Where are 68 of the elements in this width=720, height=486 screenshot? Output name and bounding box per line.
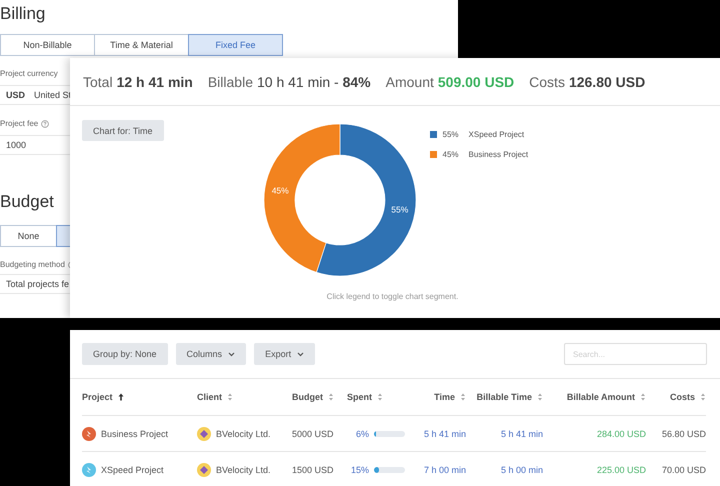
sort-icon[interactable] <box>227 393 234 401</box>
table-cell: 15% <box>350 464 369 474</box>
legend-label[interactable]: XSpeed Project <box>468 130 524 138</box>
column-header[interactable]: Client <box>197 392 222 402</box>
billing-type-option[interactable]: Fixed Fee <box>188 34 283 56</box>
client-name: BVelocity Ltd. <box>216 464 271 474</box>
stat-label: Amount <box>386 74 434 90</box>
sort-icon[interactable] <box>377 393 384 401</box>
project-name[interactable]: XSpeed Project <box>101 464 164 474</box>
stat-value: 10 h 41 min - 84% <box>256 74 371 90</box>
budget-type-option[interactable] <box>56 225 71 247</box>
project-avatar-icon <box>82 462 96 476</box>
help-icon <box>41 120 50 128</box>
table-cell: 7 h 00 min <box>424 464 466 474</box>
client-avatar-icon <box>197 462 211 476</box>
budget-type-option[interactable]: None <box>0 225 57 247</box>
table-cell: 5 h 41 min <box>424 428 466 438</box>
column-header[interactable]: Costs <box>670 392 695 402</box>
field-label: Project currency <box>0 69 58 79</box>
segment-label: 45% <box>271 186 288 196</box>
chart-mode-button[interactable]: Chart for: Time <box>82 120 164 141</box>
table-cell: 5000 USD <box>292 428 334 438</box>
sort-icon[interactable] <box>640 393 646 401</box>
stat-label: Total <box>83 74 113 90</box>
sort-ascending-icon[interactable] <box>118 393 124 401</box>
column-header[interactable]: Time <box>434 392 455 402</box>
legend-percent[interactable]: 45% <box>442 150 459 158</box>
table-cell: 284.00 USD <box>596 428 646 438</box>
stat-value: 126.80 USD <box>568 74 646 90</box>
donut-segment[interactable] <box>263 124 340 273</box>
project-avatar-icon <box>82 426 96 440</box>
field-label: Project fee <box>0 119 38 129</box>
table-cell: 225.00 USD <box>596 464 646 474</box>
column-header[interactable]: Billable Amount <box>566 392 635 402</box>
chart-hint: Click legend to toggle chart segment. <box>326 292 458 301</box>
segment-label: 55% <box>390 204 408 214</box>
donut-segment[interactable] <box>316 124 416 276</box>
client-name: BVelocity Ltd. <box>216 428 271 438</box>
stat-value: 12 h 41 min <box>116 74 193 90</box>
field-label: Budgeting method <box>0 260 65 270</box>
sort-icon[interactable] <box>328 393 334 401</box>
section-title: Billing <box>0 3 46 25</box>
legend-label[interactable]: Business Project <box>468 150 528 158</box>
column-header[interactable]: Project <box>82 392 113 402</box>
table-cell: 70.00 USD <box>662 464 706 474</box>
billing-type-option[interactable]: Time & Material <box>94 34 189 56</box>
column-header[interactable]: Billable Time <box>476 392 532 402</box>
section-title: Budget <box>0 191 54 213</box>
column-header[interactable]: Budget <box>292 392 323 402</box>
sort-icon[interactable] <box>460 393 466 401</box>
column-header[interactable]: Spent <box>347 392 372 402</box>
client-avatar-icon <box>197 426 211 440</box>
legend-percent[interactable]: 55% <box>442 130 459 138</box>
sort-icon[interactable] <box>700 393 706 401</box>
table-cell: 6% <box>356 428 369 438</box>
table-cell: 56.80 USD <box>662 428 706 438</box>
table-cell: 5 h 00 min <box>500 464 543 474</box>
stat-label: Billable <box>208 74 253 90</box>
table-cell: 5 h 41 min <box>500 428 543 438</box>
toolbar-button[interactable]: Export <box>254 343 316 365</box>
project-name[interactable]: Business Project <box>101 428 168 438</box>
sort-icon[interactable] <box>537 393 543 401</box>
stat-value: 509.00 USD <box>438 74 514 90</box>
billing-type-option[interactable]: Non-Billable <box>0 34 95 56</box>
toolbar-button[interactable]: Group by: None <box>82 343 168 365</box>
table-cell: 1500 USD <box>292 464 334 474</box>
toolbar-button[interactable]: Columns <box>176 343 246 365</box>
stat-label: Costs <box>529 74 565 90</box>
